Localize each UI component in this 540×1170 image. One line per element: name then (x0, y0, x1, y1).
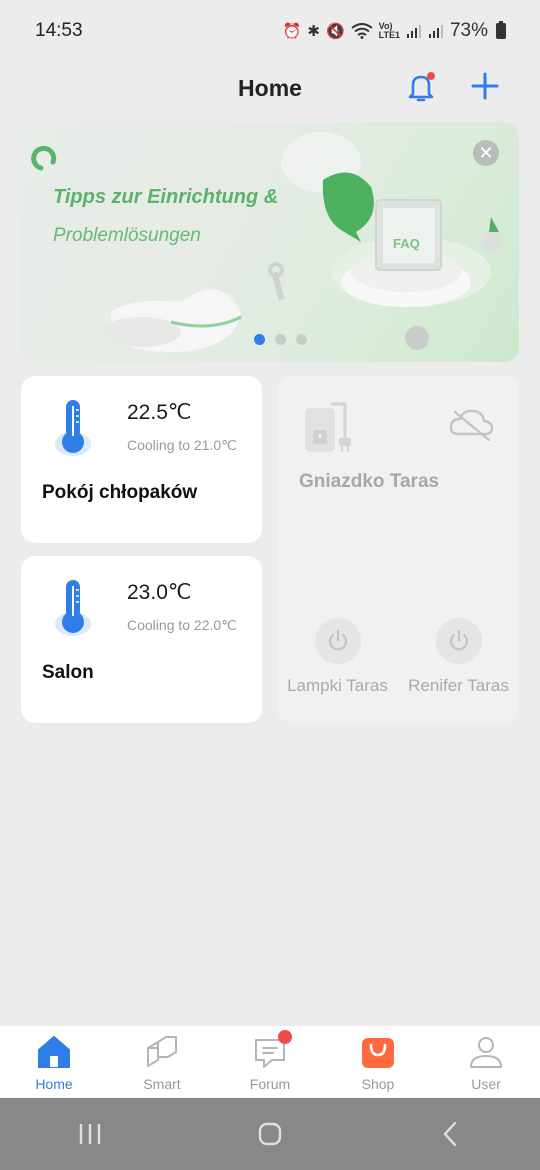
power-icon (449, 629, 468, 651)
status-time: 14:53 (35, 20, 83, 41)
smart-icon (147, 1036, 177, 1067)
nav-shop[interactable]: Shop (324, 1026, 432, 1098)
shop-icon (362, 1038, 394, 1068)
nav-smart[interactable]: Smart (108, 1026, 216, 1098)
device-name: Salon (42, 662, 94, 683)
thermostat-status: Cooling to 22.0℃ (127, 617, 237, 633)
system-nav-bar (0, 1098, 540, 1170)
status-bar: 14:53 ⏰ ✱ 🔇 Vo) LTE1 73% (0, 0, 540, 62)
mute-icon: 🔇 (325, 23, 345, 40)
header: Home (0, 62, 540, 114)
nav-label: Shop (361, 1076, 395, 1092)
home-system-button[interactable] (250, 1114, 290, 1154)
banner-subtitle: Problemlösungen (53, 225, 201, 246)
outlet-renifer-taras: Renifer Taras (398, 618, 519, 696)
outlet-power-button[interactable] (314, 618, 361, 664)
nav-home[interactable]: Home (0, 1026, 108, 1098)
offline-cloud-icon (449, 409, 494, 442)
thermometer-icon (55, 580, 91, 636)
notification-badge (427, 72, 435, 80)
device-card-thermostat[interactable]: 22.5℃ Cooling to 21.0℃ Pokój chłopaków (21, 376, 262, 543)
outlet-lampki-taras: Lampki Taras (277, 618, 398, 696)
temperature-value: 22.5℃ (127, 401, 192, 424)
forum-badge (278, 1030, 292, 1044)
signal-icon (406, 25, 421, 38)
bluetooth-icon: ✱ (307, 23, 320, 40)
signal-icon (428, 25, 443, 38)
back-icon (443, 1121, 457, 1147)
battery-icon (496, 21, 506, 39)
volte-icon: Vo) LTE1 (378, 21, 400, 40)
nav-label: Forum (249, 1076, 291, 1092)
recent-apps-button[interactable] (70, 1114, 110, 1154)
wifi-icon (351, 23, 373, 39)
add-device-button[interactable] (470, 70, 500, 102)
home-circle-icon (258, 1122, 282, 1146)
back-button[interactable] (430, 1114, 470, 1154)
user-icon (470, 1037, 502, 1068)
promo-banner[interactable]: FAQ Tipps zur Einrichtung & Problemlösun… (21, 122, 519, 362)
page-title: Home (238, 74, 302, 101)
carousel-dots (254, 334, 307, 345)
temperature-value: 23.0℃ (127, 581, 192, 604)
carousel-dot[interactable] (254, 334, 265, 345)
nav-label: Smart (143, 1076, 181, 1092)
notifications-button[interactable] (404, 70, 438, 104)
nav-forum[interactable]: Forum (216, 1026, 324, 1098)
outlet-power-button[interactable] (435, 618, 482, 664)
device-card-power-strip[interactable]: Gniazdko Taras Lampki Taras Renifer Tara… (277, 376, 519, 723)
alarm-icon: ⏰ (282, 23, 302, 40)
home-icon (38, 1036, 70, 1068)
smart-plug-icon (305, 402, 351, 452)
outlet-label: Lampki Taras (287, 676, 388, 695)
plus-icon (471, 72, 499, 100)
device-card-thermostat[interactable]: 23.0℃ Cooling to 22.0℃ Salon (21, 556, 262, 723)
carousel-dot[interactable] (275, 334, 286, 345)
banner-title: Tipps zur Einrichtung & (53, 186, 279, 208)
faq-label: FAQ (393, 236, 420, 251)
carousel-dot[interactable] (296, 334, 307, 345)
status-icons: ⏰ ✱ 🔇 Vo) LTE1 73% (283, 20, 506, 42)
thermostat-status: Cooling to 21.0℃ (127, 437, 237, 453)
bottom-nav: Home Smart Forum Shop User (0, 1026, 540, 1098)
thermometer-icon (55, 400, 91, 456)
recent-apps-icon (79, 1124, 101, 1144)
device-name: Pokój chłopaków (42, 482, 198, 503)
outlet-label: Renifer Taras (408, 676, 509, 695)
close-banner-button[interactable]: ✕ (473, 140, 499, 166)
nav-user[interactable]: User (432, 1026, 540, 1098)
nav-label: User (471, 1076, 501, 1092)
battery-level: 73% (449, 20, 488, 41)
nav-label: Home (35, 1076, 73, 1092)
power-icon (328, 629, 347, 651)
device-name: Gniazdko Taras (299, 471, 440, 492)
